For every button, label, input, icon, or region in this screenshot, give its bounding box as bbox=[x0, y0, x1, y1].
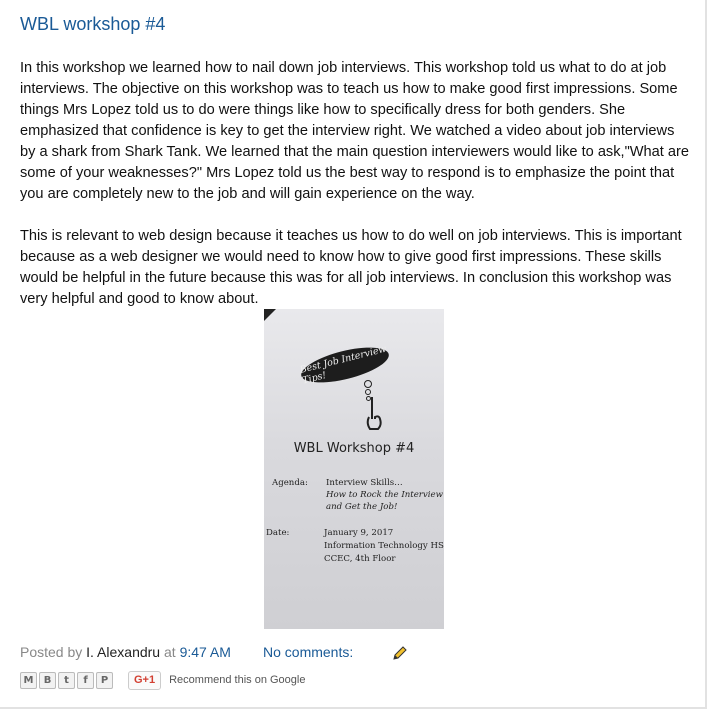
date-label: Date: bbox=[266, 528, 290, 538]
blogger-icon[interactable]: B bbox=[39, 671, 56, 689]
date-line: Information Technology HS bbox=[324, 541, 444, 551]
post-timestamp-link[interactable]: 9:47 AM bbox=[180, 644, 231, 660]
pinterest-icon[interactable]: P bbox=[96, 671, 113, 689]
post-paragraph: In this workshop we learned how to nail … bbox=[20, 60, 689, 202]
posted-by-label: Posted by bbox=[20, 644, 83, 660]
agenda-line: and Get the Job! bbox=[326, 502, 398, 512]
date-line: January 9, 2017 bbox=[324, 528, 394, 538]
pencil-icon[interactable] bbox=[391, 644, 409, 665]
agenda-label: Agenda: bbox=[272, 478, 308, 488]
agenda-line: How to Rock the Interview bbox=[326, 490, 443, 500]
agenda-line: Interview Skills… bbox=[326, 478, 403, 488]
post-title[interactable]: WBL workshop #4 bbox=[20, 14, 165, 35]
post-body: In this workshop we learned how to nail … bbox=[20, 58, 690, 331]
share-buttons: M B t f P G+1 Recommend this on Google bbox=[20, 670, 305, 690]
comments-link[interactable]: No comments: bbox=[263, 644, 353, 660]
google-plus-button[interactable]: G+1 bbox=[128, 670, 162, 690]
date-line: CCEC, 4th Floor bbox=[324, 554, 396, 564]
at-label: at bbox=[163, 644, 176, 660]
bubble-text: Best Job Interview Tips! bbox=[298, 343, 388, 387]
recommend-text: Recommend this on Google bbox=[169, 674, 306, 686]
workshop-flyer-photo[interactable]: Best Job Interview Tips! WBL Workshop #4… bbox=[264, 309, 444, 629]
pointing-hand-icon bbox=[366, 397, 382, 430]
post-footer: Posted by I. Alexandru at 9:47 AM No com… bbox=[20, 644, 700, 660]
thought-bubble: Best Job Interview Tips! bbox=[297, 340, 393, 390]
twitter-icon[interactable]: t bbox=[58, 671, 75, 689]
flyer-title: WBL Workshop #4 bbox=[293, 441, 415, 456]
email-icon[interactable]: M bbox=[20, 671, 37, 689]
photo-corner bbox=[264, 309, 276, 321]
facebook-icon[interactable]: f bbox=[77, 671, 94, 689]
post-paragraph: This is relevant to web design because i… bbox=[20, 228, 682, 307]
author-name[interactable]: I. Alexandru bbox=[86, 644, 160, 660]
